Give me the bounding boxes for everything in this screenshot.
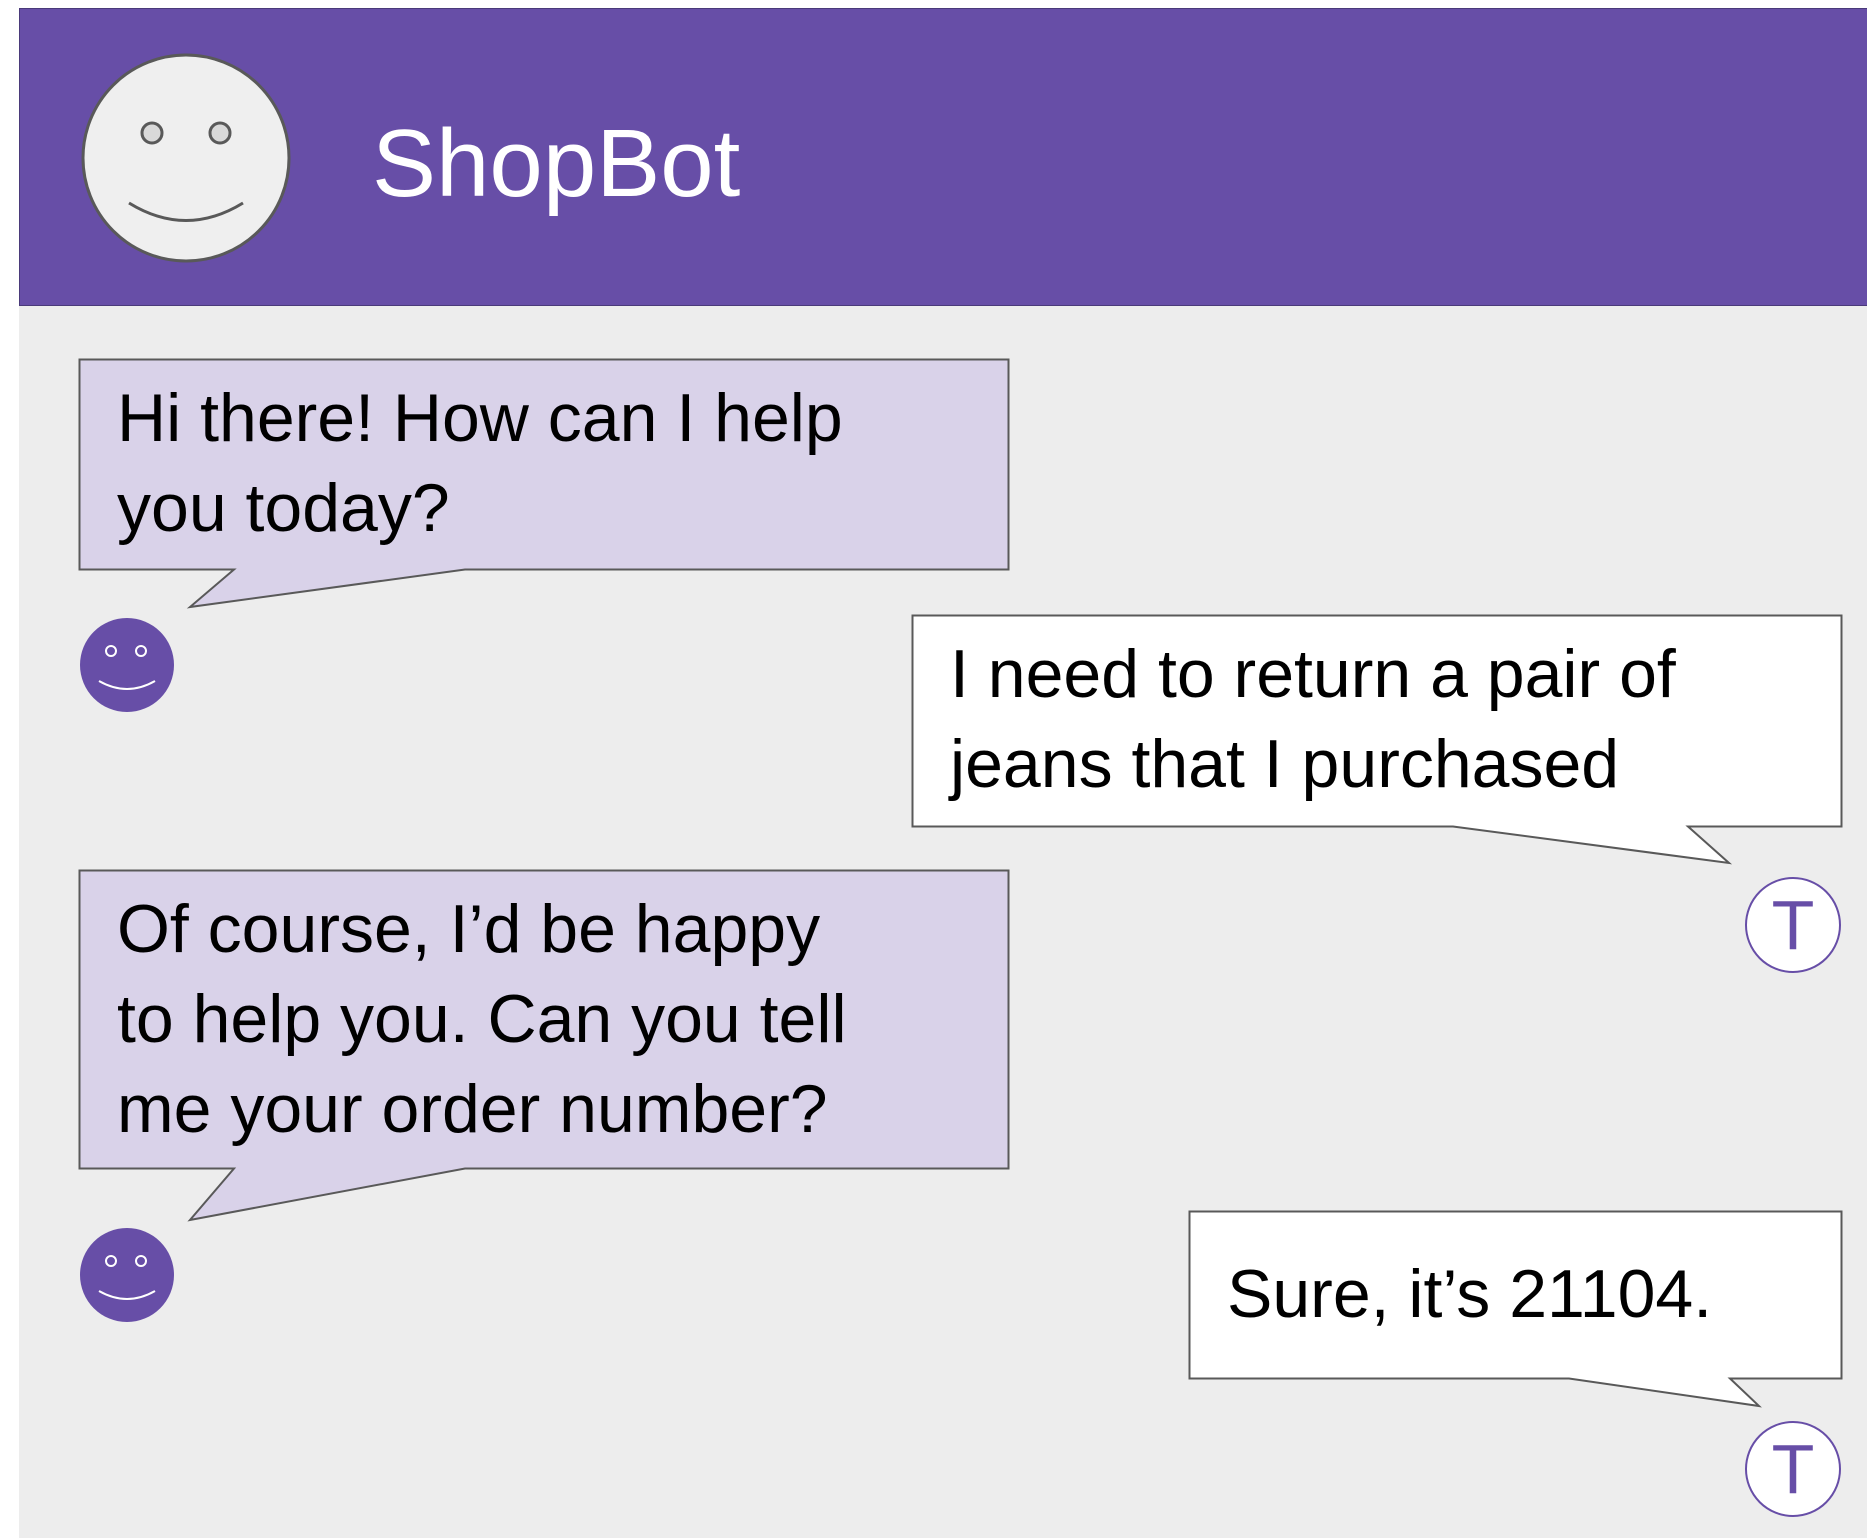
bot-message-line: Of course, I’d be happy [117,891,821,967]
user-message-line: jeans that I purchased [950,726,1620,802]
bot-message-line: me your order number? [117,1071,828,1147]
bot-message-bubble: Of course, I’d be happy to help you. Can… [78,869,1010,1225]
user-avatar-initial: T [1771,886,1815,964]
user-message-line: I need to return a pair of [950,636,1676,712]
smiley-face-icon [81,53,291,263]
bot-message-bubble: Hi there! How can I help you today? [78,358,1010,611]
bot-smiley-icon [80,618,174,712]
bot-title: ShopBot [372,110,741,217]
bot-smiley-icon [80,1228,174,1322]
bot-message-line: to help you. Can you tell [117,981,847,1057]
bot-message-line: you today? [117,470,450,546]
user-message-bubble: Sure, it’s 21104. [1188,1210,1844,1419]
user-avatar: T [1745,1421,1841,1517]
chat-header: ShopBot [19,8,1867,306]
user-message-bubble: I need to return a pair of jeans that I … [911,614,1844,868]
user-avatar-initial: T [1771,1430,1815,1508]
bot-message-line: Hi there! How can I help [117,380,843,456]
user-avatar: T [1745,877,1841,973]
user-message-line: Sure, it’s 21104. [1227,1256,1713,1332]
chat-window: ShopBot Hi there! How can I help you tod… [19,8,1867,1538]
